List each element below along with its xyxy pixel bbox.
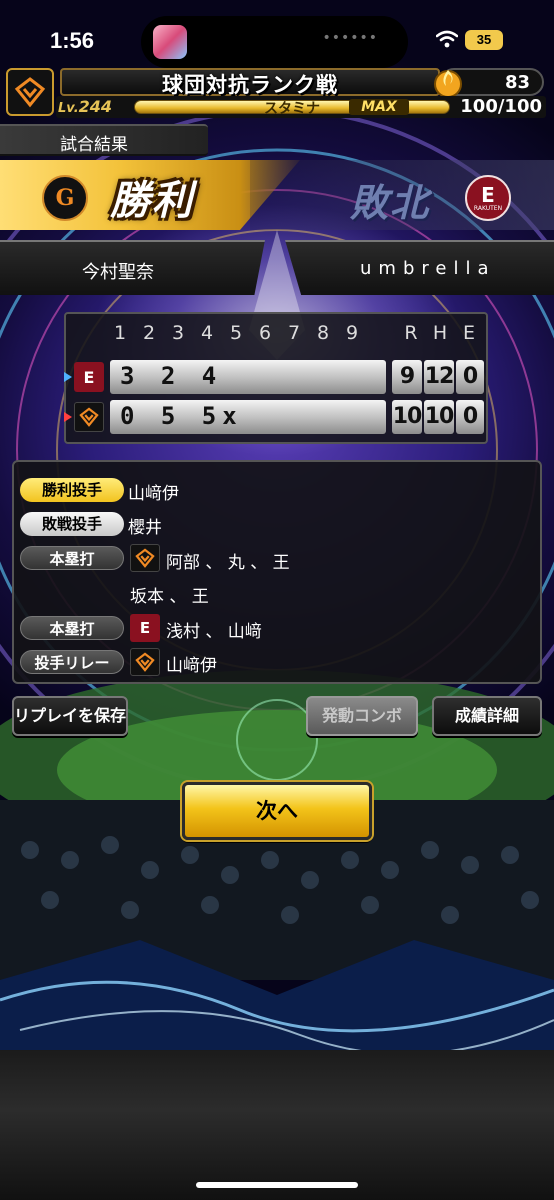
result-band: G 勝利 敗北 E RAKUTEN [0, 160, 554, 230]
win-pitcher-name: 山﨑伊 [128, 484, 179, 504]
turn-arrow-icon [64, 372, 72, 382]
rhe-header: E [462, 322, 475, 344]
lose-pitcher-name: 櫻井 [128, 518, 162, 538]
rhe-header: R [404, 322, 418, 344]
section-label: 試合結果 [60, 135, 128, 155]
player-names-row: 今村聖奈 umbrella [0, 240, 554, 295]
flame-coin-icon [434, 70, 462, 98]
island-dots-icon: •••••• [322, 30, 378, 46]
inning-header: 3 [171, 322, 185, 344]
inning-header: 5 [229, 322, 243, 344]
player-left-plate: 今村聖奈 [0, 240, 265, 295]
wifi-icon [436, 30, 458, 48]
lose-label: 敗北 [350, 181, 431, 225]
app-icon-mini [153, 25, 187, 59]
next-button[interactable]: 次へ [182, 782, 372, 840]
stats-detail-button[interactable]: 成績詳細 [432, 696, 542, 736]
giants-mini-logo [130, 544, 160, 572]
eagles-logo: E RAKUTEN [465, 175, 511, 221]
save-replay-button[interactable]: リプレイを保存 [12, 696, 128, 736]
giants-emblem-icon [135, 652, 155, 672]
level-label: Lv. [58, 101, 79, 116]
turn-arrow-icon [64, 412, 72, 422]
giants-row-icon [74, 402, 104, 432]
home-indicator[interactable] [196, 1182, 358, 1188]
stamina-value: 100/100 [460, 96, 542, 117]
errors-cell: 0 [456, 400, 484, 434]
hits-cell: 12 [424, 360, 454, 394]
giants-emblem-icon [135, 548, 155, 568]
inning-scores: 3 2 4 [120, 362, 223, 390]
score-row-eagles: E 3 2 4 9 12 0 [64, 360, 484, 394]
level-stamina-row: Lv.244 スタミナ MAX 100/100 [56, 96, 546, 118]
game-details-panel: 勝利投手 山﨑伊 敗戦投手 櫻井 本塁打 阿部 、 丸 、 王 坂本 、 王 本… [12, 460, 542, 684]
status-time: 1:56 [50, 28, 95, 53]
eagles-row-icon: E [74, 362, 104, 392]
win-pitcher-label: 勝利投手 [20, 478, 124, 502]
giants-home-runs-cont: 坂本 、 王 [130, 587, 209, 607]
giants-mini-logo [130, 648, 160, 676]
section-header: 試合結果 [0, 124, 208, 156]
inning-header: 6 [258, 322, 272, 344]
inning-header: 1 [113, 322, 127, 344]
home-run-label: 本塁打 [20, 546, 124, 570]
inning-scores-bar: 3 2 4 [110, 360, 386, 394]
stamina-bar: スタミナ MAX [134, 99, 450, 117]
runs-cell: 9 [392, 360, 422, 394]
giants-emblem-icon [79, 407, 99, 427]
rhe-header: H [432, 322, 448, 344]
stamina-max-badge: MAX [349, 99, 409, 115]
dynamic-island: •••••• [141, 16, 408, 68]
hits-cell: 10 [424, 400, 454, 434]
inning-header: 2 [142, 322, 156, 344]
battery-icon: 35 [465, 30, 503, 50]
inning-scores: 0 5 5x [120, 402, 243, 430]
player-right-name: umbrella [360, 258, 496, 279]
lose-pitcher-label: 敗戦投手 [20, 512, 124, 536]
giants-emblem-icon [14, 77, 46, 108]
win-label: 勝利 [110, 178, 194, 224]
inning-header: 9 [345, 322, 359, 344]
inning-header: 4 [200, 322, 214, 344]
inning-scores-bar: 0 5 5x [110, 400, 386, 434]
errors-cell: 0 [456, 360, 484, 394]
player-right-plate: umbrella [285, 240, 554, 295]
giants-logo: G [42, 175, 88, 221]
inning-header: 7 [287, 322, 301, 344]
level-value: 244 [78, 97, 113, 116]
activated-combo-button[interactable]: 発動コンボ [306, 696, 418, 736]
pitcher-relay-label: 投手リレー [20, 650, 124, 674]
team-emblem-icon[interactable] [6, 68, 54, 116]
coin-count: 83 [504, 72, 530, 93]
player-left-name: 今村聖奈 [82, 262, 154, 283]
runs-cell: 10 [392, 400, 422, 434]
giants-home-runs: 阿部 、 丸 、 王 [166, 553, 290, 573]
level-display: Lv.244 [58, 97, 112, 116]
title-plate: 球団対抗ランク戦 [60, 68, 440, 97]
bottom-bezel [0, 1050, 554, 1200]
home-run-label: 本塁打 [20, 616, 124, 640]
eagles-home-runs: 浅村 、 山﨑 [166, 622, 262, 642]
scoreboard: 1 2 3 4 5 6 7 8 9 R H E E 3 2 4 9 12 0 0… [64, 312, 488, 444]
inning-header: 8 [316, 322, 330, 344]
coin-counter[interactable]: 83 [434, 68, 544, 98]
score-row-giants: 0 5 5x 10 10 0 [64, 400, 484, 434]
pitcher-relay-name: 山﨑伊 [166, 656, 217, 676]
page-title: 球団対抗ランク戦 [162, 73, 338, 97]
eagles-mini-logo: E [130, 614, 160, 642]
